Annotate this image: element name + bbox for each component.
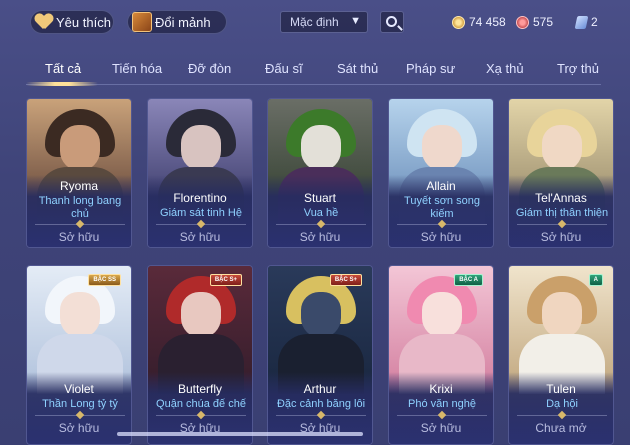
skin-name: Phó văn nghệ — [408, 398, 476, 410]
ownership-status: Chưa mở — [535, 421, 587, 435]
ticket-icon — [574, 15, 589, 29]
skin-card-arthur[interactable]: BẬC S+ Arthur Đặc cảnh băng lôi Sở hữu — [267, 265, 373, 445]
skin-name: Tuyết sơn song kiếm — [404, 195, 480, 220]
skin-name: Đặc cảnh băng lôi — [276, 398, 366, 410]
sort-dropdown[interactable]: Mặc định ▼ — [280, 11, 368, 33]
tab-divider — [26, 84, 601, 85]
tab-all[interactable]: Tất cả — [45, 61, 81, 76]
ownership-status: Sở hữu — [299, 230, 341, 244]
tab-marksman[interactable]: Xạ thủ — [486, 61, 524, 76]
favorites-label: Yêu thích — [56, 14, 111, 30]
ownership-status: Sở hữu — [540, 230, 582, 244]
skin-card-tulen[interactable]: A Tulen Dạ hội Chưa mở — [508, 265, 614, 445]
gold-amount: 74 458 — [469, 15, 506, 29]
tab-mage[interactable]: Pháp sư — [406, 61, 455, 76]
hero-name: Stuart — [303, 191, 336, 205]
gem-icon — [516, 15, 529, 29]
skin-name: Dạ hội — [546, 398, 578, 410]
hero-name: Violet — [64, 382, 94, 396]
hero-name: Ryoma — [59, 179, 98, 193]
fragment-icon — [132, 12, 152, 32]
skin-card-ryoma[interactable]: Ryoma Thanh long bang chủ Sở hữu — [26, 98, 132, 248]
gem-amount: 575 — [533, 15, 554, 29]
skin-card-stuart[interactable]: Stuart Vua hề Sở hữu — [267, 98, 373, 248]
skin-name: Thanh long bang chủ — [38, 195, 122, 220]
skin-name: Vua hề — [303, 207, 339, 219]
card-divider — [276, 415, 366, 416]
skin-name: Quận chúa đế chế — [156, 398, 246, 410]
gold-coin-icon — [452, 15, 465, 29]
card-divider — [276, 224, 366, 225]
gem-currency: 575 — [516, 13, 553, 31]
skin-card-allain[interactable]: Allain Tuyết sơn song kiếm Sở hữu — [388, 98, 494, 248]
active-tab-indicator — [26, 82, 98, 86]
search-icon — [386, 16, 397, 27]
search-button[interactable] — [380, 11, 404, 33]
tab-support[interactable]: Trợ thủ — [557, 61, 599, 76]
tab-tank[interactable]: Đỡ đòn — [188, 61, 231, 76]
skin-card-krixi[interactable]: BẬC A Krixi Phó văn nghệ Sở hữu — [388, 265, 494, 445]
tab-fighter[interactable]: Đấu sĩ — [265, 61, 303, 76]
ticket-currency: 2 — [574, 13, 598, 31]
tier-badge: BẬC S+ — [329, 274, 362, 286]
scrollbar-thumb[interactable] — [117, 432, 363, 436]
hero-name: Tel'Annas — [535, 191, 587, 205]
card-divider — [35, 224, 125, 225]
hero-name: Tulen — [546, 382, 576, 396]
hero-name: Arthur — [303, 382, 337, 396]
skin-card-florentino[interactable]: Florentino Giám sát tinh Hệ Sở hữu — [147, 98, 253, 248]
ownership-status: Sở hữu — [420, 421, 462, 435]
tier-badge: A — [588, 274, 603, 286]
ownership-status: Sở hữu — [58, 230, 100, 244]
hero-name: Butterfly — [177, 382, 222, 396]
ownership-status: Sở hữu — [58, 421, 100, 435]
heart-icon — [35, 14, 53, 30]
tab-assassin[interactable]: Sát thủ — [337, 61, 378, 76]
card-divider — [397, 415, 487, 416]
sort-value: Mặc định — [290, 15, 339, 29]
tier-badge: BẬC S+ — [209, 274, 242, 286]
tier-badge: BẬC SS — [88, 274, 121, 286]
skin-card-telannas[interactable]: Tel'Annas Giám thị thân thiện Sở hữu — [508, 98, 614, 248]
skin-card-butterfly[interactable]: BẬC S+ Butterfly Quận chúa đế chế Sở hữu — [147, 265, 253, 445]
exchange-fragments-button[interactable]: Đổi mảnh — [127, 10, 227, 34]
gold-currency: 74 458 — [452, 13, 506, 31]
top-bar: Yêu thích Đổi mảnh Mặc định ▼ 74 458 575… — [0, 0, 630, 44]
skin-card-violet[interactable]: BẬC SS Violet Thần Long tỷ tỷ Sở hữu — [26, 265, 132, 445]
card-divider — [156, 415, 246, 416]
card-divider — [156, 224, 246, 225]
skin-name: Giám thị thân thiện — [515, 207, 609, 219]
tab-evolution[interactable]: Tiến hóa — [112, 61, 162, 76]
ownership-status: Sở hữu — [179, 230, 221, 244]
tier-badge: BẬC A — [454, 274, 483, 286]
ownership-status: Sở hữu — [420, 230, 462, 244]
hero-name: Krixi — [429, 382, 453, 396]
ticket-amount: 2 — [591, 15, 598, 29]
skin-name: Thần Long tỷ tỷ — [42, 398, 118, 410]
card-divider — [397, 224, 487, 225]
card-divider — [517, 415, 607, 416]
hero-name: Florentino — [173, 191, 227, 205]
skin-name: Giám sát tinh Hệ — [160, 207, 242, 219]
card-divider — [35, 415, 125, 416]
fragments-label: Đổi mảnh — [155, 14, 211, 30]
hero-name: Allain — [426, 179, 456, 193]
chevron-down-icon: ▼ — [350, 15, 361, 27]
card-divider — [517, 224, 607, 225]
favorites-button[interactable]: Yêu thích — [30, 10, 114, 34]
